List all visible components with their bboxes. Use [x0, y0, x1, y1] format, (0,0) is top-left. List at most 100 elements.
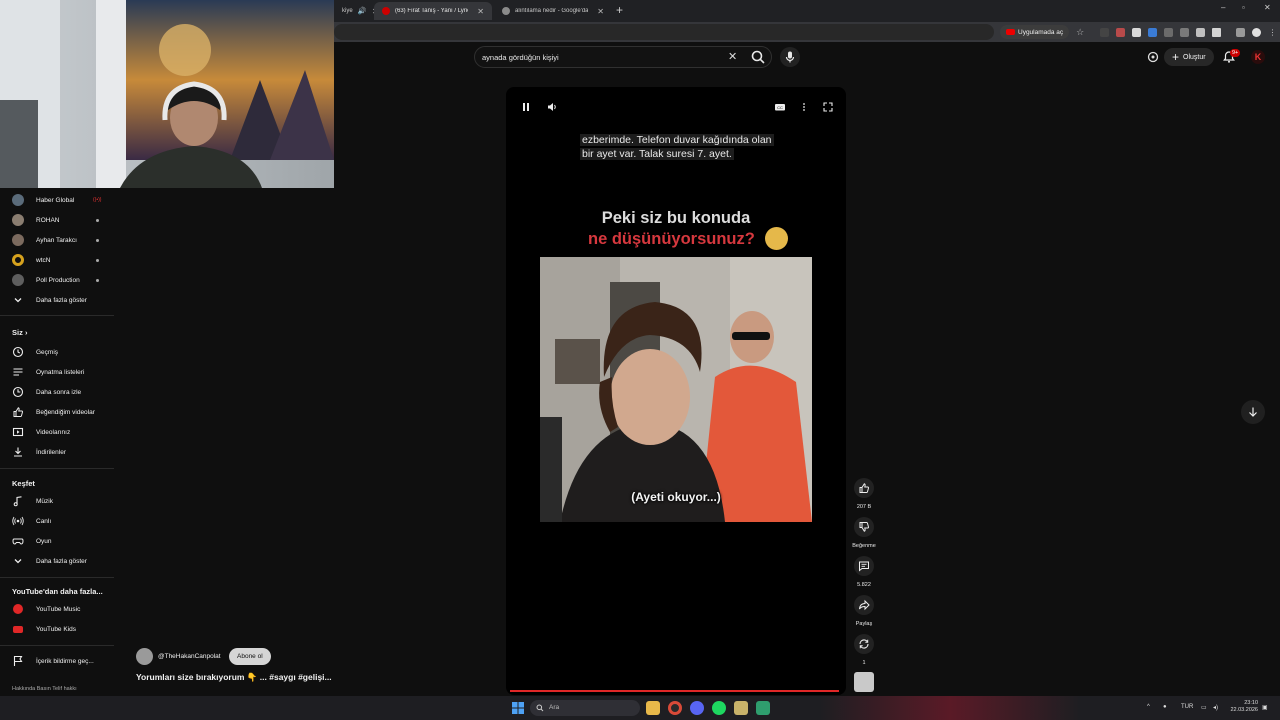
sidebar-item-gaming[interactable]: Oyun	[0, 531, 118, 551]
extension-icon[interactable]	[1116, 27, 1126, 37]
microphone-icon[interactable]	[780, 47, 800, 67]
share-label: Paylaş	[855, 621, 873, 627]
close-icon[interactable]: ✕	[597, 7, 604, 16]
clear-search-icon[interactable]: ✕	[728, 50, 737, 63]
extensions-puzzle-icon[interactable]	[1212, 27, 1222, 37]
create-button[interactable]: + Oluştur	[1164, 48, 1214, 66]
fullscreen-icon[interactable]	[822, 101, 834, 113]
new-tab-plus-icon[interactable]: +	[616, 3, 623, 17]
menu-icon[interactable]	[1236, 27, 1246, 37]
like-button[interactable]	[854, 478, 874, 498]
keyboard-language[interactable]: TUR	[1181, 704, 1193, 710]
file-explorer-icon[interactable]	[646, 701, 660, 715]
sidebar-item-music[interactable]: Müzik	[0, 491, 118, 511]
tray-network-icon[interactable]: ▭	[1201, 704, 1207, 711]
share-button[interactable]	[854, 595, 874, 615]
restore-icon[interactable]: ▫	[1242, 3, 1245, 12]
sound-thumbnail[interactable]	[854, 672, 874, 692]
sidebar-item-playlists[interactable]: Oynatma listeleri	[0, 362, 118, 382]
tray-microphone-icon[interactable]: ●	[1163, 704, 1167, 710]
sidebar-item-youtube-kids[interactable]: YouTube Kids	[0, 619, 118, 639]
video-frame: (Ayeti okuyor...)	[540, 257, 812, 522]
sidebar-footer-links[interactable]: Hakkında Basın Telif hakkı	[12, 686, 77, 692]
profile-icon[interactable]	[1252, 27, 1262, 37]
your-videos-icon	[11, 426, 24, 439]
taskbar-search[interactable]: Ara	[530, 700, 640, 716]
notification-center-icon[interactable]: ▣	[1262, 704, 1268, 711]
search-input[interactable]: aynada gördüğün kişiyi	[482, 53, 559, 62]
new-content-dot	[96, 278, 99, 282]
search-box[interactable]: aynada gördüğün kişiyi ✕	[474, 46, 772, 68]
sidebar-item-live[interactable]: Canlı	[0, 511, 118, 531]
subscription-item[interactable]: Ayhan Tarakcı	[0, 230, 118, 250]
sidebar-item-youtube-music[interactable]: YouTube Music	[0, 599, 118, 619]
taskbar-clock[interactable]: 23:10 22.03.2026	[1228, 700, 1258, 714]
sidebar-item-liked-videos[interactable]: Beğendiğim videolar	[0, 402, 118, 422]
show-more-subscriptions[interactable]: Daha fazla göster	[0, 290, 118, 310]
extension-icon[interactable]	[1148, 27, 1158, 37]
sidebar-item-your-videos[interactable]: Videolarınız	[0, 422, 118, 442]
spotify-icon[interactable]	[712, 701, 726, 715]
shorts-player[interactable]: CC ezberimde. Telefon duvar kağıdında ol…	[506, 87, 846, 695]
subscribe-button[interactable]: Abone ol	[229, 648, 271, 665]
extension-icon[interactable]	[1164, 27, 1174, 37]
subscription-item[interactable]: Poll Production	[0, 270, 118, 290]
extension-icon[interactable]	[1132, 27, 1142, 37]
channel-name[interactable]: @TheHakanCanpolat	[158, 653, 221, 660]
comment-button[interactable]	[854, 556, 874, 576]
divider	[0, 315, 114, 316]
next-short-button[interactable]	[1241, 400, 1265, 424]
minimize-icon[interactable]: –	[1221, 3, 1225, 12]
channel-avatar	[11, 234, 24, 247]
remix-button[interactable]	[854, 634, 874, 654]
taskbar-glow	[820, 696, 1080, 720]
captions-icon[interactable]: CC	[774, 101, 786, 113]
close-window-icon[interactable]: ✕	[1264, 3, 1271, 12]
browser-tab[interactable]: alıntılama nedir - Google'da Ara ✕	[494, 2, 612, 20]
screen: { "browser": { "tabs": [ {"title": "kiye…	[0, 0, 1280, 720]
close-icon[interactable]: ✕	[477, 7, 484, 16]
address-bar[interactable]	[334, 24, 994, 40]
windows-start-icon[interactable]	[511, 701, 525, 715]
subscription-item[interactable]: ROHAN	[0, 210, 118, 230]
chrome-icon[interactable]	[668, 701, 682, 715]
like-action[interactable]: 207 B	[853, 478, 875, 510]
comment-action[interactable]: 5.822	[853, 556, 875, 588]
share-action[interactable]: Paylaş	[853, 595, 875, 627]
subscription-label: Haber Global	[36, 196, 75, 204]
app-icon[interactable]	[734, 701, 748, 715]
sidebar-item-watch-later[interactable]: Daha sonra izle	[0, 382, 118, 402]
discord-icon[interactable]	[690, 701, 704, 715]
open-in-app-button[interactable]: Uygulamada aç	[1000, 25, 1070, 39]
sidebar-item-history[interactable]: Geçmiş	[0, 342, 118, 362]
dislike-button[interactable]	[854, 517, 874, 537]
extension-icon[interactable]	[1100, 27, 1110, 37]
remix-action[interactable]: 1	[853, 634, 875, 666]
search-icon[interactable]	[748, 47, 768, 67]
subscription-item[interactable]: Haber Global ((•))	[0, 190, 118, 210]
comment-icon	[859, 561, 869, 572]
tray-volume-icon[interactable]: ◂)	[1213, 704, 1218, 711]
channel-avatar	[11, 254, 24, 267]
cast-icon[interactable]	[1147, 51, 1159, 63]
video-progress-bar[interactable]	[510, 690, 839, 692]
extension-icon[interactable]	[1196, 27, 1206, 37]
bookmark-star-icon[interactable]: ☆	[1076, 27, 1085, 37]
sidebar-item-report[interactable]: İçerik bildirme geç...	[0, 651, 118, 671]
volume-icon[interactable]	[546, 101, 558, 113]
tray-chevron-icon[interactable]: ^	[1147, 704, 1150, 710]
extension-icon[interactable]	[1180, 27, 1190, 37]
show-more-explore[interactable]: Daha fazla göster	[0, 551, 118, 571]
app-icon[interactable]	[756, 701, 770, 715]
more-vert-icon[interactable]: ⋮	[1268, 28, 1277, 37]
short-title[interactable]: Yorumları size bırakıyorum 👇 ... #saygı …	[136, 672, 332, 683]
account-avatar[interactable]: K	[1251, 50, 1265, 64]
dislike-action[interactable]: Beğenme	[852, 517, 876, 549]
more-vert-icon[interactable]	[798, 101, 810, 113]
sidebar-item-downloads[interactable]: İndirilenler	[0, 442, 118, 462]
channel-avatar[interactable]	[136, 648, 153, 665]
you-section-header[interactable]: Siz ›	[12, 328, 27, 337]
browser-tab-active[interactable]: (63) Fırat Tanış - Yanı / Lyric [Of ✕	[374, 2, 492, 20]
pause-icon[interactable]	[520, 101, 532, 113]
subscription-item[interactable]: wtcN	[0, 250, 118, 270]
